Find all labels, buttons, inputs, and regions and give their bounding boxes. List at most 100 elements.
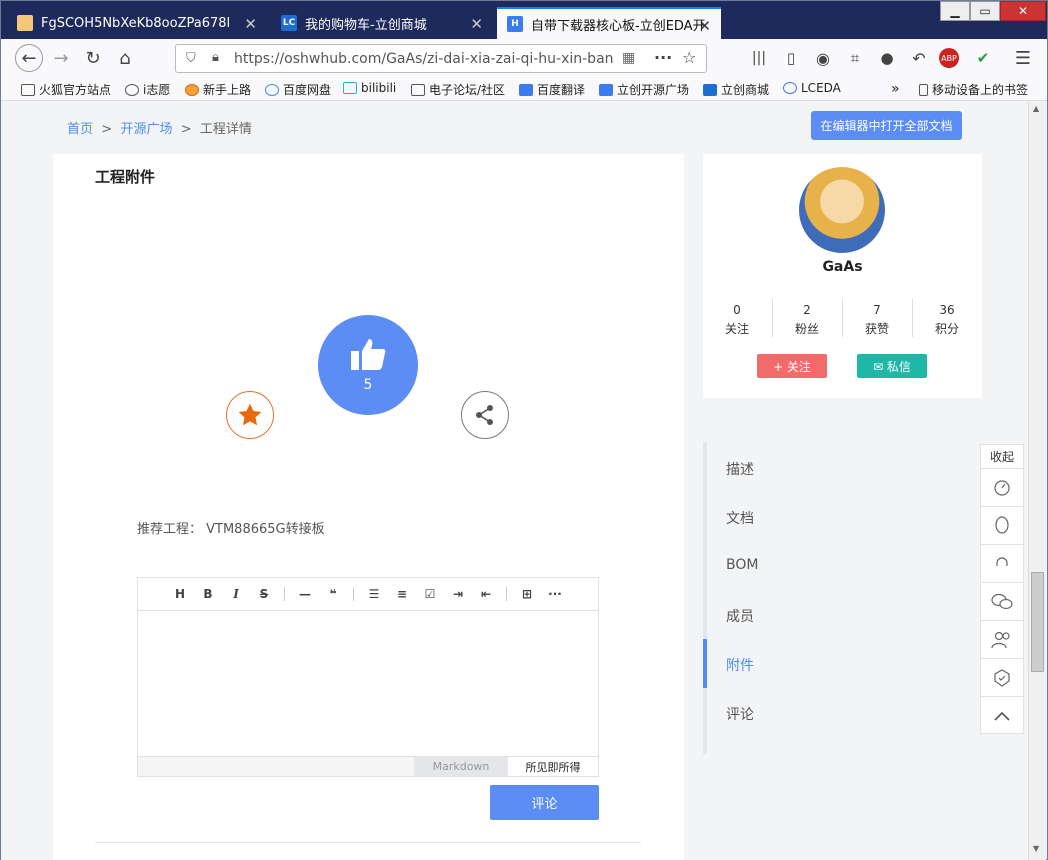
side-nav-members[interactable]: 成员 xyxy=(726,606,754,626)
bookmark-item[interactable]: 电子论坛/社区 xyxy=(411,81,505,98)
breadcrumb-home[interactable]: 首页 xyxy=(67,122,93,137)
vertical-scrollbar[interactable]: ▲ ▼ xyxy=(1028,102,1046,860)
avatar[interactable] xyxy=(799,167,885,253)
recommended-project[interactable]: 推荐工程： VTM88665G转接板 xyxy=(137,518,325,537)
bookmark-item[interactable]: LCEDA xyxy=(783,81,841,95)
bullet-list-icon[interactable]: ☰ xyxy=(360,587,388,601)
scrollbar-thumb[interactable] xyxy=(1031,572,1044,672)
tab-3-active[interactable]: H 自带下载器核心板-立创EDA开 ✕ xyxy=(497,7,721,39)
scroll-down-arrow-icon[interactable]: ▼ xyxy=(1033,844,1039,853)
share-button[interactable] xyxy=(461,391,509,439)
bookmark-star-icon[interactable]: ☆ xyxy=(682,48,696,67)
more-icon[interactable]: ··· xyxy=(541,587,569,601)
close-icon[interactable]: ✕ xyxy=(470,15,483,33)
indent-icon[interactable]: ⇥ xyxy=(444,587,472,601)
side-nav-docs[interactable]: 文档 xyxy=(726,508,754,528)
bookmark-item[interactable]: 百度网盘 xyxy=(265,81,331,98)
like-button[interactable]: 5 xyxy=(318,315,418,415)
breadcrumb: 首页 > 开源广场 > 工程详情 xyxy=(67,118,252,137)
address-bar[interactable]: ⛉ 🔒︎ https://oshwhub.com/GaAs/zi-dai-xia… xyxy=(175,44,707,73)
open-all-in-editor-button[interactable]: 在编辑器中打开全部文档 xyxy=(811,111,962,140)
bookmark-item[interactable]: bilibili xyxy=(343,81,396,95)
more-icon[interactable]: ··· xyxy=(654,48,672,67)
qq-icon[interactable] xyxy=(981,507,1023,545)
shield-icon[interactable]: ⛉ xyxy=(186,51,196,66)
maximize-button[interactable]: ▭ xyxy=(970,1,1000,21)
back-icon[interactable]: ← xyxy=(15,44,43,72)
outdent-icon[interactable]: ⇤ xyxy=(472,587,500,601)
reload-icon[interactable]: ↻ xyxy=(81,46,105,70)
wechat-icon[interactable] xyxy=(981,583,1023,621)
bookmark-item[interactable]: 火狐官方站点 xyxy=(21,81,111,98)
bold-icon[interactable]: B xyxy=(194,587,222,601)
bookmark-item[interactable]: 移动设备上的书签 xyxy=(919,81,1028,98)
library-icon[interactable]: ||| xyxy=(747,46,771,70)
breadcrumb-square[interactable]: 开源广场 xyxy=(120,122,172,137)
stat-following[interactable]: 0 关注 xyxy=(707,301,767,339)
quote-icon[interactable]: ❝ xyxy=(319,587,347,601)
headset-icon[interactable] xyxy=(981,545,1023,583)
sidebar-icon[interactable]: ▯ xyxy=(779,46,803,70)
follow-button[interactable]: + 关注 xyxy=(757,354,827,378)
heading-icon[interactable]: H xyxy=(166,587,194,601)
side-nav-bom[interactable]: BOM xyxy=(726,557,758,573)
collapse-button[interactable]: 收起 xyxy=(981,445,1023,469)
comment-submit-button[interactable]: 评论 xyxy=(490,785,599,820)
ordered-list-icon[interactable]: ≡ xyxy=(388,587,416,601)
author-name[interactable]: GaAs xyxy=(703,259,982,275)
crop-icon[interactable]: ⌗ xyxy=(843,46,867,70)
tab-1[interactable]: FgSCOH5NbXeKb8ooZPa678Nh ✕ xyxy=(7,7,267,39)
speed-icon[interactable] xyxy=(981,469,1023,507)
stat-followers[interactable]: 2 粉丝 xyxy=(777,301,837,339)
tab-2[interactable]: LC 我的购物车-立创商城 ✕ xyxy=(271,7,493,39)
bookmark-item[interactable]: 新手上路 xyxy=(185,81,251,98)
favorite-button[interactable] xyxy=(226,391,274,439)
bookmark-item[interactable]: 立创商城 xyxy=(703,81,769,98)
shield-extension-icon[interactable]: ✔ xyxy=(971,46,995,70)
lock-icon[interactable]: 🔒︎ xyxy=(212,50,219,65)
strikethrough-icon[interactable]: S xyxy=(250,587,278,601)
bookmark-item[interactable]: i志愿 xyxy=(125,81,170,98)
bookmarks-bar: 火狐官方站点 i志愿 新手上路 百度网盘 bilibili 电子论坛/社区 百度… xyxy=(1,77,1047,101)
home-icon[interactable]: ⌂ xyxy=(113,46,137,70)
italic-icon[interactable]: I xyxy=(222,587,250,601)
message-button[interactable]: ✉ 私信 xyxy=(857,354,927,378)
close-icon[interactable]: ✕ xyxy=(244,15,257,33)
side-nav-comments[interactable]: 评论 xyxy=(726,704,754,724)
adblock-icon[interactable]: ABP xyxy=(939,48,959,68)
lc-icon xyxy=(703,83,717,96)
back-to-top-icon[interactable] xyxy=(981,697,1023,735)
comment-editor[interactable]: H B I S — ❝ ☰ ≡ ☑ ⇥ ⇤ ⊞ ··· Markdown 所见即… xyxy=(137,577,599,777)
stat-points[interactable]: 36 积分 xyxy=(917,301,977,339)
checklist-icon[interactable]: ☑ xyxy=(416,587,444,601)
minimize-button[interactable]: ▁ xyxy=(940,1,970,21)
stat-likes[interactable]: 7 获赞 xyxy=(847,301,907,339)
bookmark-item[interactable]: 百度翻译 xyxy=(519,81,585,98)
side-nav-description[interactable]: 描述 xyxy=(726,459,754,479)
editor-toolbar: H B I S — ❝ ☰ ≡ ☑ ⇥ ⇤ ⊞ ··· xyxy=(138,578,598,611)
url-text[interactable]: https://oshwhub.com/GaAs/zi-dai-xia-zai-… xyxy=(234,51,614,67)
wysiwyg-tab[interactable]: 所见即所得 xyxy=(508,757,598,776)
chat-icon[interactable]: ● xyxy=(875,46,899,70)
bookmark-item[interactable]: 立创开源广场 xyxy=(599,81,689,98)
more-bookmarks-icon[interactable]: » xyxy=(891,81,900,97)
globe-icon xyxy=(125,83,139,96)
table-icon[interactable]: ⊞ xyxy=(513,587,541,601)
account-icon[interactable]: ◉ xyxy=(811,46,835,70)
side-nav-attachments[interactable]: 附件 xyxy=(726,655,754,675)
scroll-up-arrow-icon[interactable]: ▲ xyxy=(1033,104,1039,113)
stat-label: 关注 xyxy=(724,322,749,336)
undo-icon[interactable]: ↶ xyxy=(907,46,931,70)
badge-check-icon[interactable] xyxy=(981,659,1023,697)
cloud-icon xyxy=(265,83,279,96)
horizontal-rule-icon[interactable]: — xyxy=(291,587,319,601)
close-window-button[interactable]: ✕ xyxy=(1000,1,1046,21)
markdown-tab[interactable]: Markdown xyxy=(414,757,508,776)
divider xyxy=(506,587,507,601)
close-icon[interactable]: ✕ xyxy=(698,17,711,35)
qr-code-icon[interactable]: ▦ xyxy=(622,50,635,66)
forward-icon[interactable]: → xyxy=(49,46,73,70)
floating-toolbar: 收起 xyxy=(980,444,1024,734)
menu-icon[interactable]: ☰ xyxy=(1011,46,1035,70)
group-icon[interactable] xyxy=(981,621,1023,659)
